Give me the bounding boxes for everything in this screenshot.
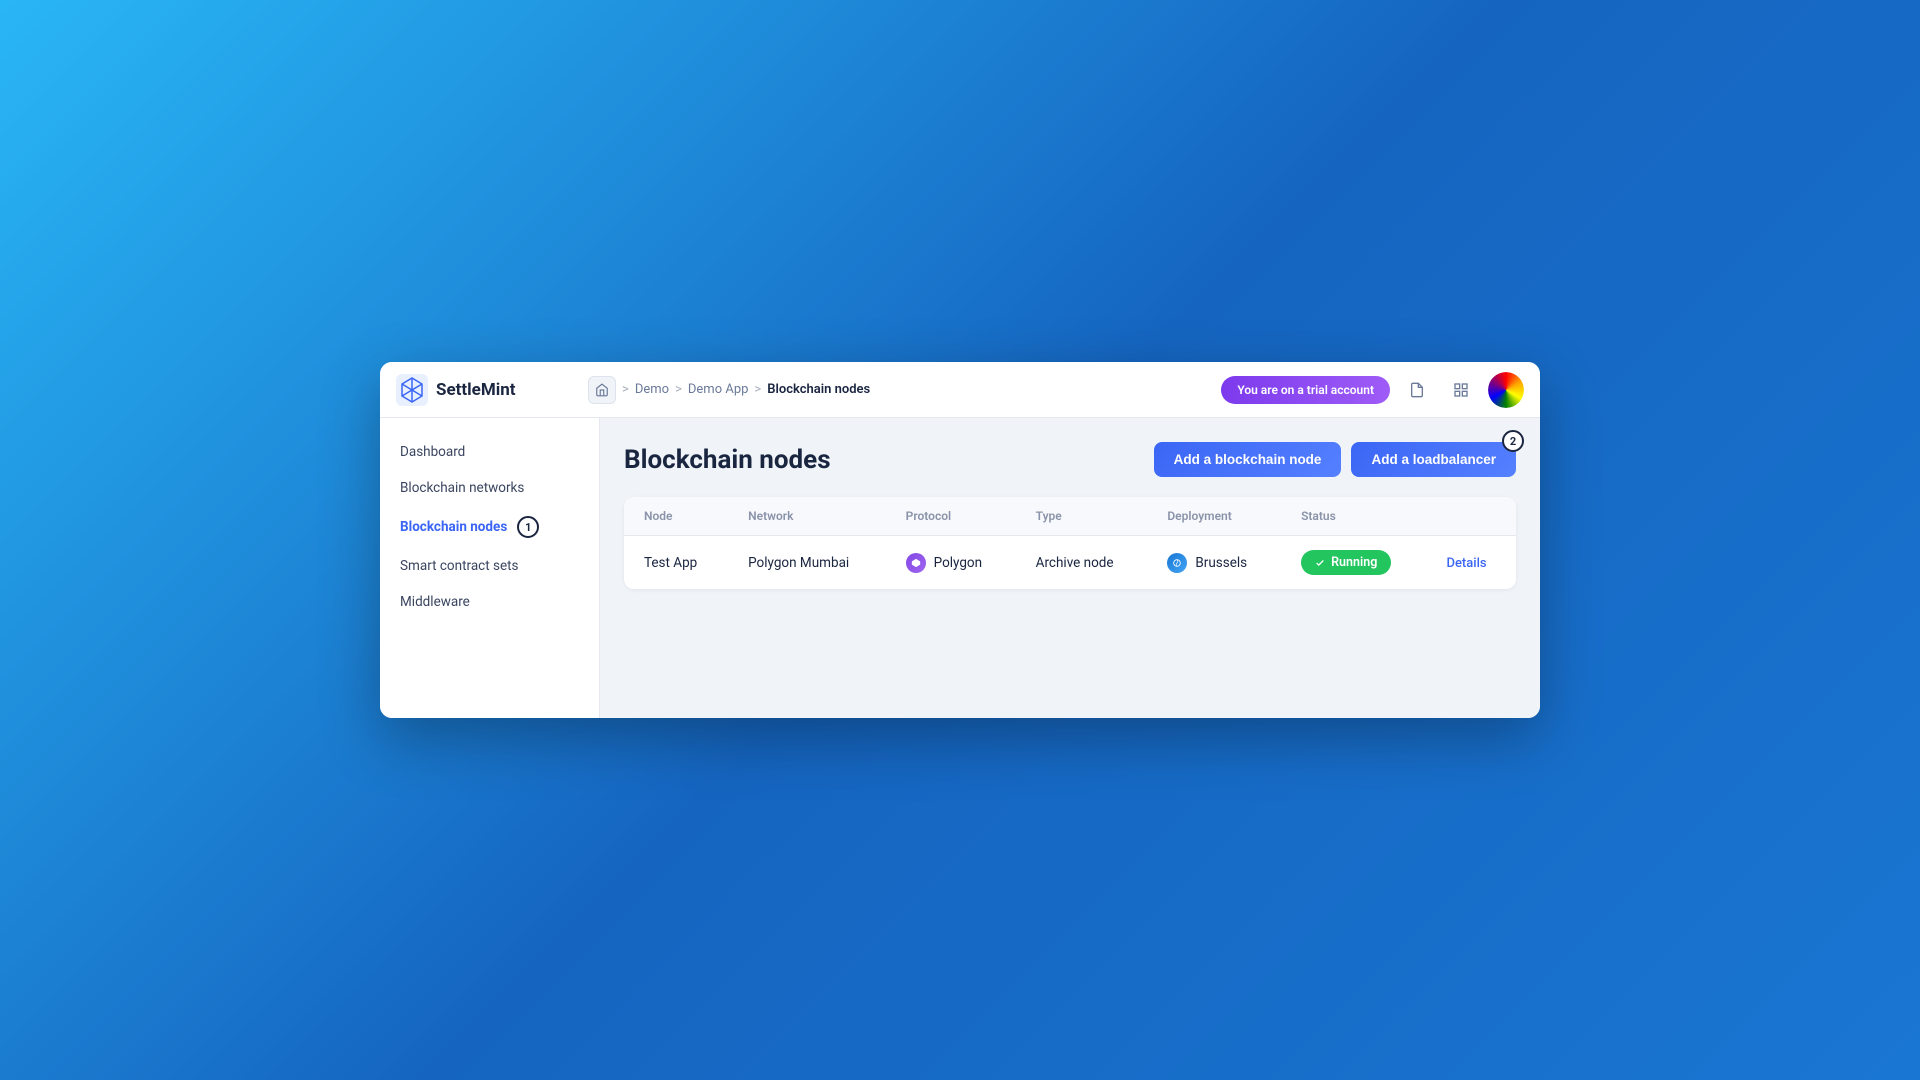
brussels-icon: [1167, 553, 1187, 573]
protocol-cell: Polygon: [906, 553, 996, 573]
table-row: Test App Polygon Mumbai Polygon: [624, 536, 1516, 590]
sidebar-label-blockchain-nodes: Blockchain nodes: [400, 519, 507, 535]
col-type: Type: [1016, 497, 1148, 536]
cell-node: Test App: [624, 536, 728, 590]
col-network: Network: [728, 497, 886, 536]
breadcrumb-demo-app[interactable]: Demo App: [688, 382, 749, 397]
col-action: [1426, 497, 1516, 536]
details-link[interactable]: Details: [1446, 556, 1486, 571]
document-icon: [1409, 382, 1425, 398]
top-bar-actions: You are on a trial account: [1221, 372, 1524, 408]
breadcrumb: > Demo > Demo App > Blockchain nodes: [588, 376, 1209, 404]
add-loadbalancer-wrapper: Add a loadbalancer 2: [1351, 442, 1516, 477]
user-avatar-button[interactable]: [1488, 372, 1524, 408]
polygon-icon: [906, 553, 926, 573]
page-header: Blockchain nodes Add a blockchain node A…: [624, 442, 1516, 477]
status-label: Running: [1331, 555, 1377, 570]
add-blockchain-node-button[interactable]: Add a blockchain node: [1154, 442, 1342, 477]
sidebar-badge-blockchain-nodes: 1: [517, 516, 539, 538]
sidebar-item-blockchain-networks[interactable]: Blockchain networks: [380, 470, 599, 506]
sidebar-item-blockchain-nodes[interactable]: Blockchain nodes 1: [380, 506, 599, 548]
sidebar-item-dashboard[interactable]: Dashboard: [380, 434, 599, 470]
cell-action: Details: [1426, 536, 1516, 590]
table-container: Node Network Protocol Type Deployment St…: [624, 497, 1516, 589]
page-title: Blockchain nodes: [624, 445, 831, 475]
cell-status: Running: [1281, 536, 1426, 590]
document-icon-button[interactable]: [1400, 373, 1434, 407]
cell-network: Polygon Mumbai: [728, 536, 886, 590]
cell-protocol: Polygon: [886, 536, 1016, 590]
top-bar: SettleMint > Demo > Demo App > Blockchai…: [380, 362, 1540, 418]
cell-type: Archive node: [1016, 536, 1148, 590]
deployment-cell: Brussels: [1167, 553, 1261, 573]
deployment-label: Brussels: [1195, 555, 1247, 571]
header-actions: Add a blockchain node Add a loadbalancer…: [1154, 442, 1516, 477]
col-protocol: Protocol: [886, 497, 1016, 536]
user-avatar: [1488, 372, 1524, 408]
home-icon[interactable]: [588, 376, 616, 404]
sidebar: Dashboard Blockchain networks Blockchain…: [380, 418, 600, 718]
app-window: SettleMint > Demo > Demo App > Blockchai…: [380, 362, 1540, 718]
logo-icon: [396, 374, 428, 406]
table-header: Node Network Protocol Type Deployment St…: [624, 497, 1516, 536]
content-area: Blockchain nodes Add a blockchain node A…: [600, 418, 1540, 718]
table-body: Test App Polygon Mumbai Polygon: [624, 536, 1516, 590]
add-loadbalancer-button[interactable]: Add a loadbalancer: [1351, 442, 1516, 477]
status-badge: Running: [1301, 550, 1391, 575]
grid-icon: [1453, 382, 1469, 398]
logo-text: SettleMint: [436, 380, 516, 400]
sidebar-item-middleware[interactable]: Middleware: [380, 584, 599, 620]
main-layout: Dashboard Blockchain networks Blockchain…: [380, 418, 1540, 718]
sidebar-label-middleware: Middleware: [400, 594, 470, 610]
sidebar-label-blockchain-networks: Blockchain networks: [400, 480, 524, 496]
check-icon: [1315, 558, 1325, 568]
logo-area: SettleMint: [396, 374, 576, 406]
breadcrumb-current: Blockchain nodes: [767, 382, 870, 397]
grid-icon-button[interactable]: [1444, 373, 1478, 407]
breadcrumb-sep-3: >: [754, 382, 761, 397]
col-deployment: Deployment: [1147, 497, 1281, 536]
sidebar-item-smart-contract-sets[interactable]: Smart contract sets: [380, 548, 599, 584]
cell-deployment: Brussels: [1147, 536, 1281, 590]
breadcrumb-sep-2: >: [675, 382, 682, 397]
col-node: Node: [624, 497, 728, 536]
blockchain-nodes-table: Node Network Protocol Type Deployment St…: [624, 497, 1516, 589]
protocol-label: Polygon: [934, 555, 982, 571]
table-header-row: Node Network Protocol Type Deployment St…: [624, 497, 1516, 536]
breadcrumb-sep-1: >: [622, 382, 629, 397]
col-status: Status: [1281, 497, 1426, 536]
loadbalancer-step-badge: 2: [1502, 430, 1524, 452]
trial-badge[interactable]: You are on a trial account: [1221, 376, 1390, 404]
sidebar-label-dashboard: Dashboard: [400, 444, 465, 460]
breadcrumb-demo[interactable]: Demo: [635, 382, 669, 397]
sidebar-label-smart-contract-sets: Smart contract sets: [400, 558, 519, 574]
